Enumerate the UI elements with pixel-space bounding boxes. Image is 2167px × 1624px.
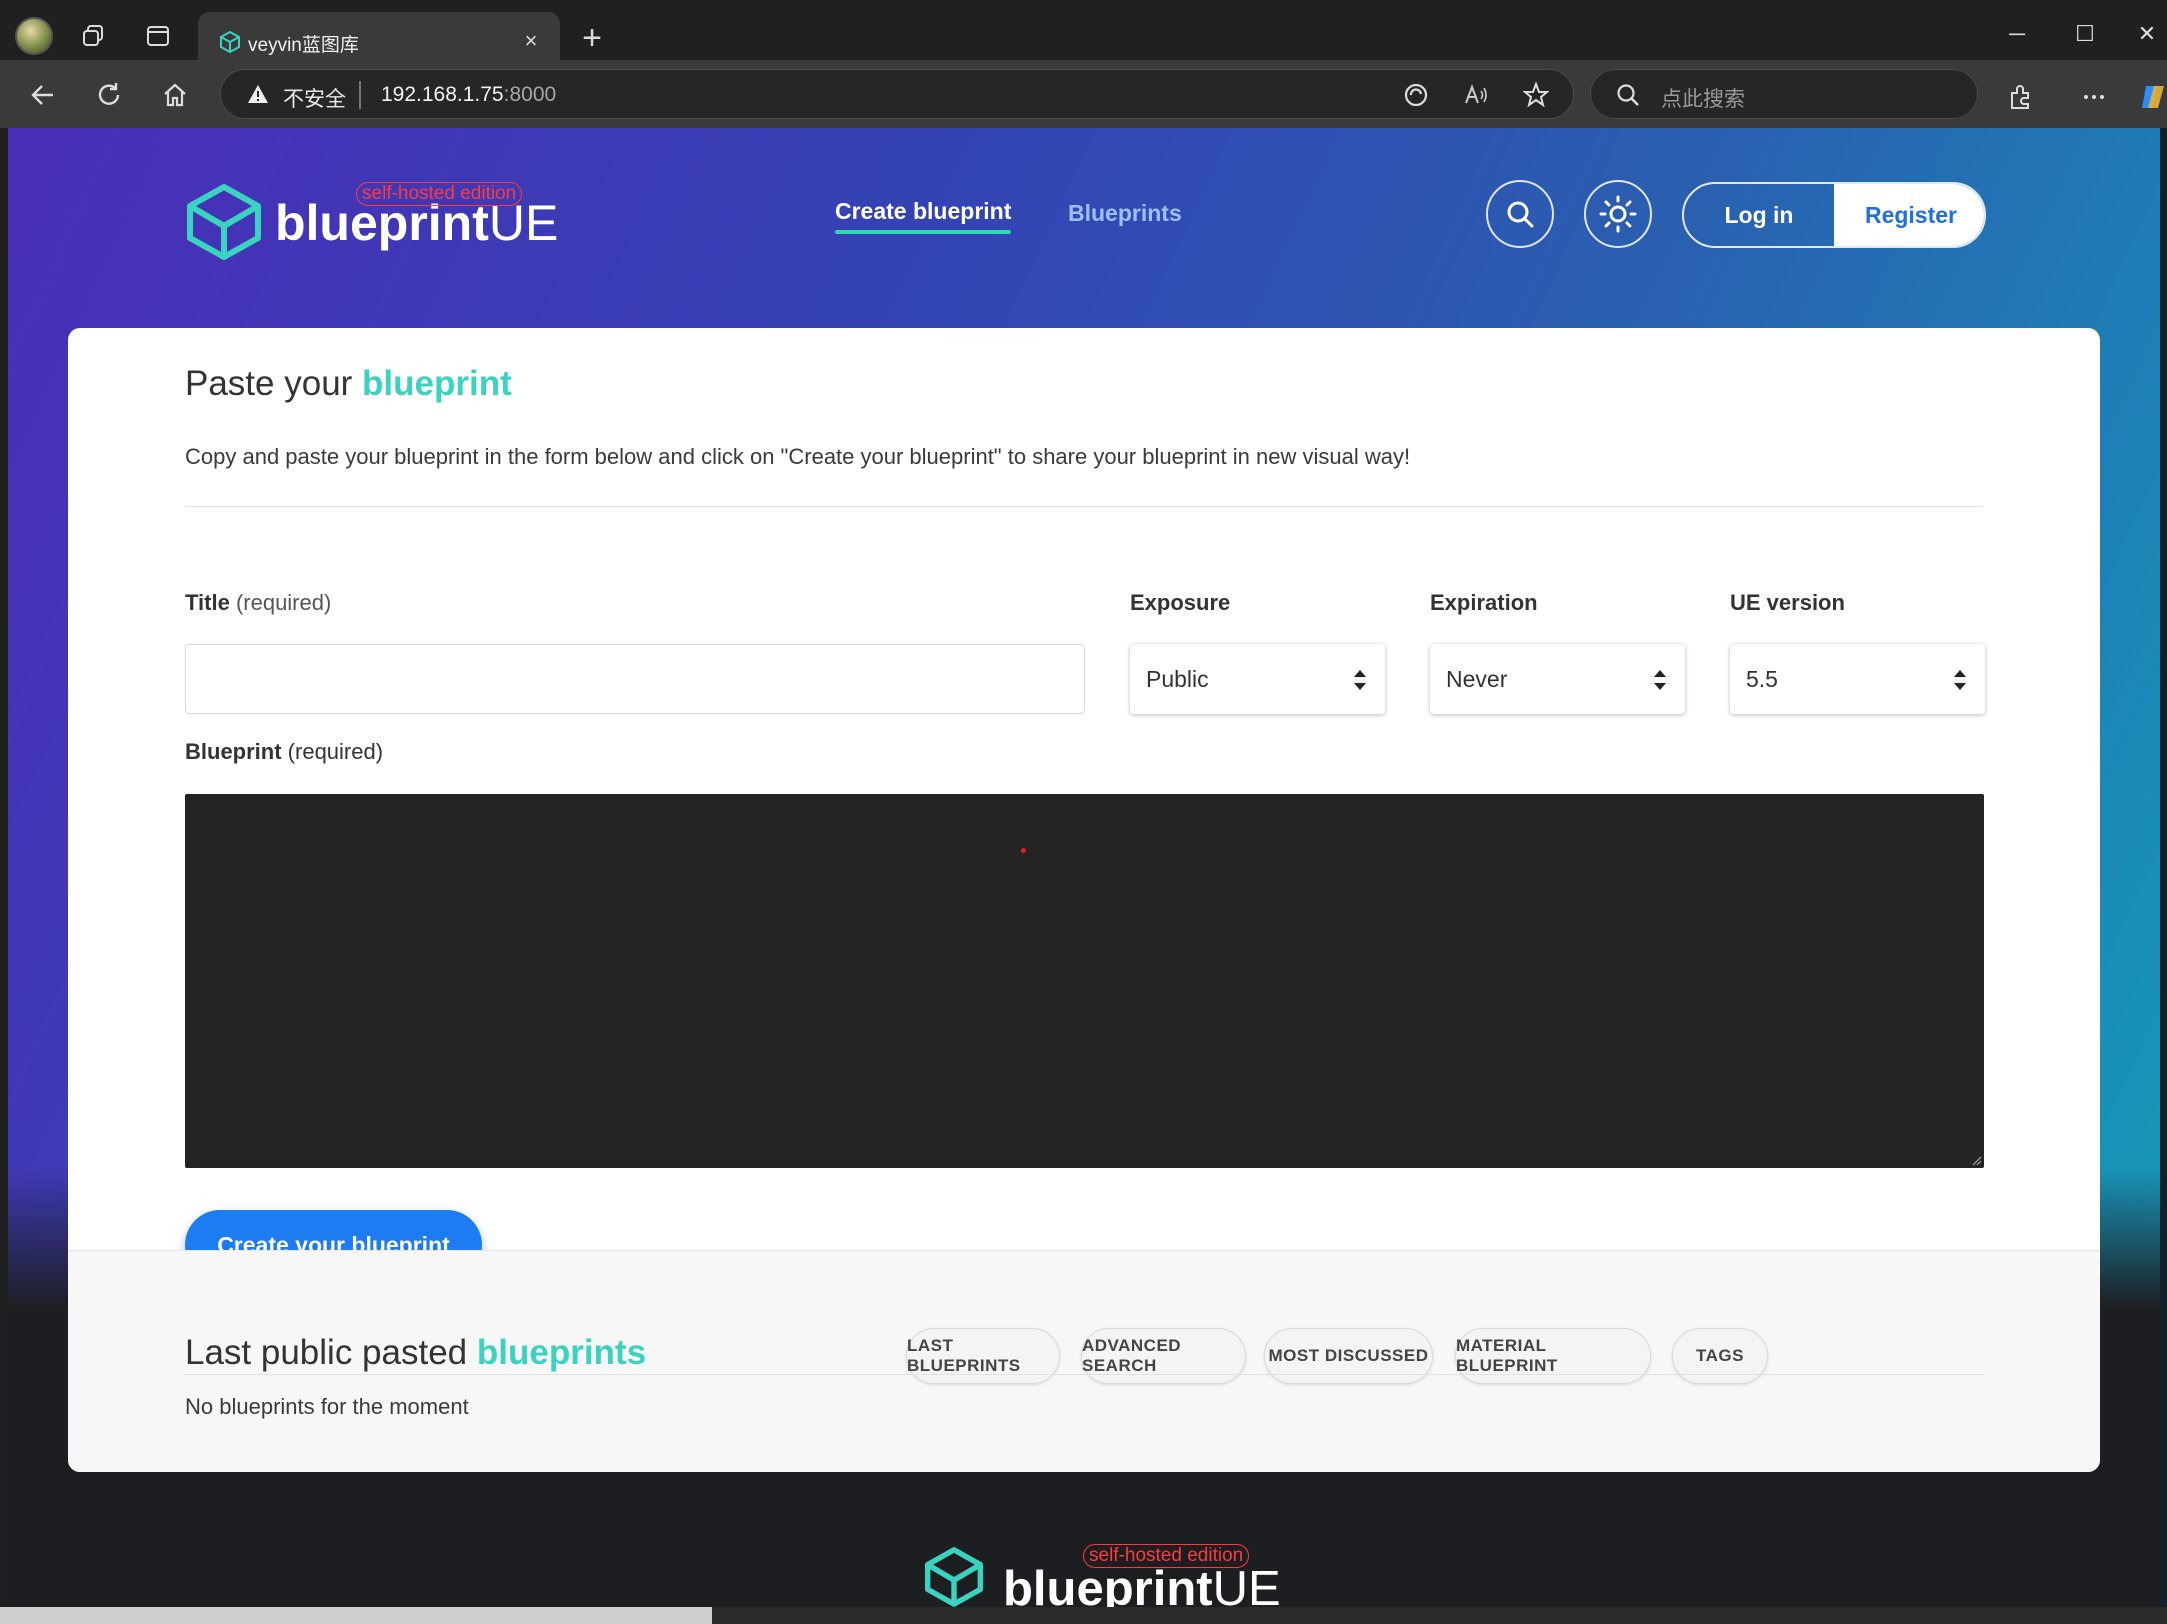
paste-card: Paste your blueprint Copy and paste your… [68, 328, 2100, 1472]
exposure-value: Public [1146, 666, 1209, 692]
exposure-label: Exposure [1130, 590, 1230, 616]
exposure-label-text: Exposure [1130, 590, 1231, 615]
close-window-button[interactable]: ✕ [2122, 14, 2167, 54]
nav-create-blueprint[interactable]: Create blueprint [835, 198, 1012, 234]
exposure-select[interactable]: Public [1130, 644, 1385, 714]
select-arrows-icon [1954, 670, 1966, 690]
logo-cube-icon [187, 184, 261, 260]
login-button[interactable]: Log in [1684, 184, 1834, 246]
read-aloud-icon[interactable] [1461, 80, 1491, 110]
last-title-prefix: Last public pasted [185, 1333, 477, 1372]
title-label: Title (required) [185, 590, 331, 616]
blueprint-label: Blueprint (required) [185, 739, 383, 765]
last-blueprints-title: Last public pasted blueprints [185, 1333, 646, 1373]
window-edge [2160, 128, 2167, 1607]
auth-buttons: Log in Register [1682, 182, 1986, 248]
paste-title-prefix: Paste your [185, 364, 363, 403]
footer-logo-word: blueprint [1003, 1562, 1213, 1607]
minimize-button[interactable]: ─ [1992, 14, 2042, 54]
back-icon[interactable] [20, 72, 66, 118]
favorite-star-icon[interactable] [1521, 80, 1551, 110]
taskbar-segment [0, 1607, 712, 1624]
required-hint: (required) [229, 590, 332, 615]
new-tab-button[interactable]: + [570, 18, 614, 58]
edition-badge: self-hosted edition [356, 182, 523, 206]
paste-title-accent: blueprint [362, 364, 512, 403]
select-arrows-icon [1354, 670, 1366, 690]
sun-icon [1599, 195, 1637, 233]
cursor-dot [1021, 848, 1026, 853]
title-input[interactable] [185, 644, 1085, 714]
ue-version-value: 5.5 [1746, 666, 1778, 692]
browser-toolbar: 不安全 192.168.1.75:8000 点此搜索 [0, 60, 2167, 128]
select-arrows-icon [1654, 670, 1666, 690]
nav-blueprints[interactable]: Blueprints [1068, 200, 1182, 227]
logo-cube-icon [924, 1547, 984, 1607]
expiration-label-text: Expiration [1430, 590, 1538, 615]
ue-version-label-text: UE version [1730, 590, 1845, 615]
tab-actions-icon[interactable] [136, 14, 180, 58]
url-text[interactable]: 192.168.1.75:8000 [381, 83, 556, 107]
security-label[interactable]: 不安全 [283, 83, 346, 113]
tab-close-icon[interactable]: × [516, 26, 546, 56]
workspaces-icon[interactable] [72, 14, 116, 58]
warning-icon [247, 84, 269, 109]
search-icon [1615, 82, 1641, 113]
footer-logo[interactable]: blueprintUE self-hosted edition [923, 1541, 1283, 1607]
address-bar[interactable]: 不安全 192.168.1.75:8000 [220, 69, 1574, 119]
blueprint-textarea[interactable] [185, 794, 1984, 1168]
filter-tags[interactable]: TAGS [1672, 1328, 1768, 1384]
search-icon [1507, 201, 1534, 228]
copilot-icon[interactable] [2136, 80, 2167, 114]
address-divider [359, 81, 361, 109]
expiration-label: Expiration [1430, 590, 1538, 616]
filter-advanced-search[interactable]: ADVANCED SEARCH [1081, 1328, 1246, 1384]
search-button[interactable] [1486, 180, 1554, 248]
more-menu-icon[interactable] [2077, 80, 2111, 114]
footer-edition-badge: self-hosted edition [1083, 1544, 1250, 1568]
expiration-select[interactable]: Never [1430, 644, 1685, 714]
divider [185, 506, 1983, 507]
title-label-text: Title [185, 590, 230, 615]
required-hint: (required) [281, 739, 384, 764]
home-icon[interactable] [152, 72, 198, 118]
taskbar-strip [0, 1607, 2167, 1624]
theme-toggle-button[interactable] [1584, 180, 1652, 248]
browser-search-placeholder: 点此搜索 [1661, 88, 1745, 111]
nav-create-label: Create blueprint [835, 198, 1012, 224]
register-button[interactable]: Register [1834, 184, 1984, 246]
url-host: 192.168.1.75 [381, 83, 504, 106]
expiration-value: Never [1446, 666, 1508, 692]
filter-last-blueprints[interactable]: LAST BLUEPRINTS [906, 1328, 1060, 1384]
site-logo[interactable]: blueprintUE self-hosted edition [184, 170, 558, 260]
url-port: :8000 [503, 83, 557, 106]
paste-title: Paste your blueprint [185, 364, 512, 404]
site-favicon-icon [218, 30, 242, 59]
extensions-icon[interactable] [2003, 80, 2037, 114]
reload-icon[interactable] [86, 72, 132, 118]
tab-title: veyvin蓝图库 [248, 35, 359, 56]
ue-version-select[interactable]: 5.5 [1730, 644, 1985, 714]
ue-version-label: UE version [1730, 590, 1845, 616]
edge-refresh-icon[interactable] [1401, 80, 1431, 110]
footer-logo-suffix: UE [1212, 1562, 1281, 1607]
filter-material-blueprint[interactable]: MATERIAL BLUEPRINT [1455, 1328, 1651, 1384]
maximize-button[interactable]: ☐ [2060, 14, 2110, 54]
blueprint-label-text: Blueprint [185, 739, 282, 764]
web-page: blueprintUE self-hosted edition Create b… [8, 128, 2167, 1607]
intro-text: Copy and paste your blueprint in the for… [185, 444, 1411, 469]
profile-avatar[interactable] [12, 14, 56, 58]
avatar-image [15, 17, 53, 55]
filter-most-discussed[interactable]: MOST DISCUSSED [1264, 1328, 1433, 1384]
active-nav-underline [835, 230, 1012, 234]
last-title-accent: blueprints [476, 1333, 647, 1372]
divider [185, 1374, 1983, 1375]
empty-state-text: No blueprints for the moment [185, 1394, 469, 1419]
resize-grip-icon[interactable] [1970, 1154, 1982, 1166]
browser-search-box[interactable]: 点此搜索 [1590, 69, 1978, 119]
